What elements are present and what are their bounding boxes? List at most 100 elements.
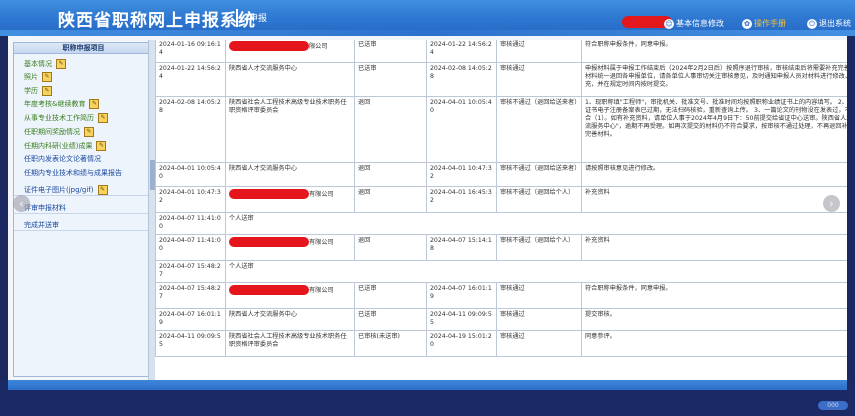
- edit-icon[interactable]: ✎: [89, 99, 100, 109]
- sidebar-item[interactable]: 学历 ✎: [14, 86, 163, 96]
- sidebar-item-label: 任职期间奖励情况: [24, 128, 80, 136]
- prev-arrow-icon[interactable]: ‹: [13, 195, 30, 212]
- company-suffix: 限公司: [309, 43, 328, 50]
- submit-date-cell: 2024-04-01 10:47:32: [155, 186, 226, 213]
- submit-date-cell: 2024-04-07 15:48:27: [155, 260, 226, 283]
- sidebar-title: 职称申报项目: [14, 43, 153, 54]
- sidebar-item[interactable]: 照片 ✎: [14, 72, 163, 82]
- submit-date-cell: 2024-01-22 14:56:24: [155, 62, 226, 97]
- status-cell: 退回: [354, 186, 427, 213]
- table-row: 2024-04-07 11:41:00 个人送审: [155, 212, 847, 235]
- nav-manual-link[interactable]: ✿ 操作手册: [742, 18, 786, 29]
- result-cell: 审核通过: [496, 308, 582, 331]
- logout-icon: ⏻: [807, 18, 817, 29]
- review-date-cell: 2024-04-01 10:05:40: [426, 96, 497, 163]
- submit-date-cell: 2024-04-07 16:01:19: [155, 308, 226, 331]
- sidebar-item[interactable]: 任职内发表论文论著情况: [14, 155, 163, 164]
- status-cell: 退回: [354, 162, 427, 187]
- status-cell: 已送审: [354, 40, 427, 63]
- opinion-cell: 补充资料: [581, 234, 847, 261]
- company-suffix: 有限公司: [309, 287, 334, 294]
- sidebar-item[interactable]: 任期内专业技术和绩与成果报告: [14, 169, 163, 178]
- result-cell: 审核通过: [496, 40, 582, 63]
- sidebar-item-label: 完成并送审: [24, 221, 59, 229]
- result-cell: 审核不通过（退回给送来者）: [496, 96, 582, 163]
- review-date-cell: 2024-04-01 16:45:32: [426, 186, 497, 213]
- receiver-cell: 个人送审: [225, 260, 847, 283]
- table-row: 2024-04-07 15:48:27 个人送审: [155, 260, 847, 283]
- receiver-cell: 陕西省人才交流服务中心: [225, 62, 355, 97]
- receiver-cell: 陕西省人才交流服务中心: [225, 308, 355, 331]
- submit-date-cell: 2024-02-08 14:05:28: [155, 96, 226, 163]
- status-cell: 已审核(未送审): [354, 330, 427, 357]
- receiver-cell: 陕西省社会人工程技术高级专业技术职务任职资格评审委员会: [225, 96, 355, 163]
- sidebar-item[interactable]: 任职期间奖励情况 ✎: [14, 127, 163, 137]
- nav-profile-label: 基本信息修改: [676, 19, 724, 28]
- edit-icon[interactable]: ✎: [56, 59, 66, 69]
- nav-profile-link[interactable]: ☺ 基本信息修改: [664, 18, 724, 29]
- sidebar-item[interactable]: 任期内科研(业绩)成果 ✎: [14, 141, 163, 151]
- opinion-cell: 符合职称申报条件，同意申报。: [581, 40, 847, 63]
- receiver-cell: 个人送审: [225, 212, 847, 235]
- sidebar-item[interactable]: 评审申报材料: [14, 204, 163, 214]
- result-cell: 审核不通过（退回给送来者）: [496, 162, 582, 187]
- redacted-company: [229, 237, 309, 247]
- redacted-company: [229, 41, 309, 51]
- opinion-cell: 申报材料属于申报工作结束后（2024年2月2日后）按照序退行审核，审核结束后将需…: [581, 62, 847, 97]
- footer-badge: 000: [818, 401, 848, 410]
- edit-icon[interactable]: ✎: [84, 127, 94, 137]
- redacted-company: [229, 285, 309, 295]
- nav-logout-link[interactable]: ⏻ 退出系统: [807, 18, 851, 29]
- review-records-table: 2024-01-16 09:16:14 限公司 已送审 2024-01-22 14:5…: [155, 40, 847, 357]
- company-suffix: 有限公司: [309, 239, 334, 246]
- app-title: 陕西省职称网上申报系统: [58, 11, 256, 31]
- table-row: 2024-04-07 15:48:27 有限公司 已送审 2024-04-07 16:…: [155, 282, 847, 309]
- submit-date-cell: 2024-04-07 15:48:27: [155, 282, 226, 309]
- submit-date-cell: 2024-04-07 11:41:00: [155, 212, 226, 235]
- nav-logout-label: 退出系统: [819, 19, 851, 28]
- sidebar-item-label: 任职内发表论文论著情况: [24, 155, 101, 163]
- edit-icon[interactable]: ✎: [97, 185, 108, 195]
- edit-icon[interactable]: ✎: [42, 86, 52, 96]
- header-bar: 陕西省职称网上申报系统 申报 ☺ 基本信息修改 ✿ 操作手册 ⏻ 退出系统: [0, 0, 855, 36]
- sidebar-item-label: 学历: [24, 87, 38, 95]
- receiver-cell: 陕西省社会人工程技术高级专业技术职务任职资格评审委员会: [225, 330, 355, 357]
- sidebar-item[interactable]: 证件电子图片(jpg/gif) ✎: [14, 185, 163, 196]
- nav-manual-label: 操作手册: [754, 19, 786, 28]
- sidebar-item-label: 证件电子图片(jpg/gif): [24, 186, 94, 194]
- opinion-cell: 提交审核。: [581, 308, 847, 331]
- company-suffix: 有限公司: [309, 191, 334, 198]
- table-row: 2024-02-08 14:05:28 陕西省社会人工程技术高级专业技术职务任职资…: [155, 96, 847, 163]
- edit-icon[interactable]: ✎: [96, 141, 107, 151]
- sidebar-item-label: 任期内专业技术和绩与成果报告: [24, 169, 122, 177]
- sidebar-item-label: 从事专业技术工作简历: [24, 114, 94, 122]
- sidebar-item[interactable]: 从事专业技术工作简历 ✎: [14, 113, 163, 123]
- submit-date-cell: 2024-04-07 11:41:00: [155, 234, 226, 261]
- header-subtitle: 申报: [249, 14, 268, 24]
- edit-icon[interactable]: ✎: [42, 72, 52, 82]
- status-cell: 已送审: [354, 282, 427, 309]
- footer-bar: [8, 380, 847, 390]
- status-cell: 已送审: [354, 62, 427, 97]
- receiver-cell: 有限公司: [225, 186, 355, 213]
- sidebar-item-label: 照片: [24, 73, 38, 81]
- opinion-cell: 符合职称申报条件，同意申报。: [581, 282, 847, 309]
- review-records-panel: 2024-01-16 09:16:14 限公司 已送审 2024-01-22 14:5…: [155, 40, 847, 380]
- header-divider: [236, 9, 238, 27]
- table-row: 2024-04-07 11:41:00 有限公司 退回 2024-04-07 15:1…: [155, 234, 847, 261]
- review-date-cell: 2024-04-07 15:14:18: [426, 234, 497, 261]
- sidebar-item[interactable]: 基本情况 ✎: [14, 59, 163, 69]
- next-arrow-icon[interactable]: ›: [823, 195, 840, 212]
- receiver-cell: 陕西省人才交流服务中心: [225, 162, 355, 187]
- result-cell: 审核不通过（退回给个人）: [496, 234, 582, 261]
- status-cell: 已送审: [354, 308, 427, 331]
- edit-icon[interactable]: ✎: [98, 113, 108, 123]
- table-row: 2024-01-16 09:16:14 限公司 已送审 2024-01-22 14:5…: [155, 40, 847, 63]
- table-row: 2024-01-22 14:56:24 陕西省人才交流服务中心 已送审 2024-02…: [155, 62, 847, 97]
- submit-date-cell: 2024-04-01 10:05:40: [155, 162, 226, 187]
- sidebar-item-label: 评审申报材料: [24, 204, 66, 212]
- review-date-cell: 2024-04-01 10:47:32: [426, 162, 497, 187]
- sidebar-item[interactable]: 完成并送审: [14, 221, 163, 231]
- table-row: 2024-04-07 16:01:19 陕西省人才交流服务中心 已送审 2024-04…: [155, 308, 847, 331]
- sidebar-item[interactable]: 年度考核&继续教育 ✎: [14, 99, 163, 109]
